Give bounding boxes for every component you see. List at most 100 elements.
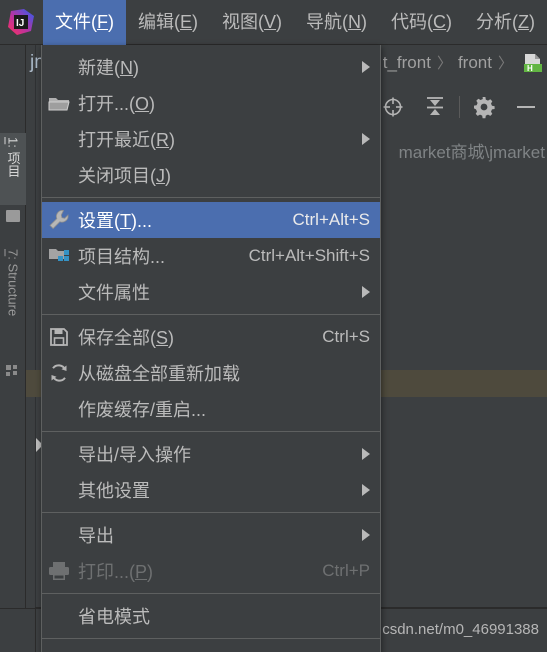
- breadcrumb-crumb-1[interactable]: front: [458, 53, 492, 73]
- chevron-right-icon: 〉: [436, 55, 452, 72]
- menubar-item-label: 分析(: [476, 12, 519, 32]
- menu-item-label-text: 导出: [78, 526, 114, 546]
- menubar-item-label-post: ): [529, 12, 536, 32]
- svg-text:IJ: IJ: [16, 18, 24, 29]
- chevron-right-icon: 〉: [497, 55, 513, 72]
- menu-item-mnemonic: R: [156, 130, 169, 150]
- menu-item-export[interactable]: 导出: [42, 517, 380, 553]
- menu-item-label-post: ): [169, 130, 175, 150]
- menubar-item-navigate[interactable]: 导航(N): [294, 0, 379, 45]
- project-tab-label: : 项目: [5, 144, 21, 178]
- menu-item-close-project[interactable]: 关闭项目(J): [42, 157, 380, 193]
- hide-icon[interactable]: [505, 88, 547, 126]
- menu-item-label: 打印...(P): [76, 558, 306, 584]
- menubar-item-mnemonic: Z: [518, 12, 530, 32]
- menu-item-project-structure[interactable]: 项目结构... Ctrl+Alt+Shift+S: [42, 238, 380, 274]
- menubar-item-label-post: ): [361, 12, 368, 32]
- menubar-item-mnemonic: N: [348, 12, 362, 32]
- menu-separator: [42, 314, 380, 315]
- folder-icon: [6, 210, 20, 222]
- menu-item-icon-empty: [42, 436, 76, 472]
- menubar-item-code[interactable]: 代码(C): [379, 0, 464, 45]
- editor-toolbar: [372, 88, 547, 126]
- status-bar-divider: [35, 608, 36, 652]
- menu-item-label: 其他设置: [76, 477, 348, 503]
- collapse-all-icon[interactable]: [414, 88, 456, 126]
- menu-item-label-text: 保存全部(: [78, 328, 156, 348]
- breadcrumb: t_front 〉 front 〉 H: [383, 45, 547, 80]
- menu-item-label: 作废缓存/重启...: [76, 396, 370, 422]
- menu-separator: [42, 512, 380, 513]
- menu-item-new[interactable]: 新建(N): [42, 49, 380, 85]
- menu-item-mnemonic: O: [135, 94, 150, 114]
- sidebar-item-structure[interactable]: 7: Structure: [0, 245, 26, 353]
- menu-item-shortcut: Ctrl+P: [322, 561, 370, 580]
- menu-separator: [42, 593, 380, 594]
- menu-item-save-all[interactable]: 保存全部(S) Ctrl+S: [42, 319, 380, 355]
- menubar-item-file[interactable]: 文件(F): [43, 0, 126, 45]
- settings-gear-icon[interactable]: [463, 88, 505, 126]
- breadcrumb-crumb-0[interactable]: t_front: [383, 53, 431, 73]
- menu-item-icon-empty: [42, 643, 76, 652]
- menubar-item-mnemonic: F: [97, 12, 108, 32]
- menu-item-label-text: 打印...(: [78, 562, 135, 582]
- menu-bar: IJ 文件(F)编辑(E)视图(V)导航(N)代码(C)分析(Z)重构: [0, 0, 547, 45]
- menu-item-label-post: ): [147, 562, 154, 582]
- menu-item-label: 导出/导入操作: [76, 441, 348, 467]
- menu-item-label: 打开...(O): [76, 90, 370, 116]
- menu-separator: [42, 638, 380, 639]
- menu-item-reload-from-disk[interactable]: 从磁盘全部重新加载: [42, 355, 380, 391]
- menubar-item-analyze[interactable]: 分析(Z): [464, 0, 547, 45]
- ide-window: 1: 项目 7: Structure jm t_front 〉 front 〉: [0, 0, 547, 652]
- menubar-item-mnemonic: V: [264, 12, 277, 32]
- html-file-icon: H: [523, 53, 543, 73]
- menu-item-invalidate-caches[interactable]: 作废缓存/重启...: [42, 391, 380, 427]
- left-tool-strip: 1: 项目 7: Structure: [0, 45, 26, 652]
- menu-item-label-text: 新建(: [78, 58, 120, 78]
- menubar-item-label-post: ): [108, 12, 114, 32]
- submenu-arrow-icon: [362, 484, 370, 496]
- menu-item-label-text: 文件属性: [78, 283, 150, 303]
- menubar-item-label: 代码(: [391, 12, 434, 32]
- menu-item-label-text: 打开...(: [78, 94, 135, 114]
- menu-item-icon-empty: [42, 517, 76, 553]
- menu-item-other-settings[interactable]: 其他设置: [42, 472, 380, 508]
- menu-item-label: 新建(N): [76, 54, 348, 80]
- submenu-arrow-icon: [362, 133, 370, 145]
- sidebar-item-project[interactable]: 1: 项目: [0, 133, 26, 205]
- menu-item-label-post: ): [168, 328, 175, 348]
- menubar-item-view[interactable]: 视图(V): [210, 0, 294, 45]
- menu-item-power-save-mode[interactable]: 省电模式: [42, 598, 380, 634]
- menu-item-label-text: 从磁盘全部重新加载: [78, 364, 240, 384]
- menubar-item-edit[interactable]: 编辑(E): [126, 0, 210, 45]
- menubar-item-label-post: ): [192, 12, 199, 32]
- submenu-arrow-icon: [362, 448, 370, 460]
- menu-item-label: 项目结构...: [76, 243, 233, 269]
- menu-item-open[interactable]: 打开...(O): [42, 85, 380, 121]
- menu-item-label-post: ): [165, 166, 171, 186]
- menubar-item-mnemonic: C: [433, 12, 447, 32]
- menu-item-settings[interactable]: 设置(T)... Ctrl+Alt+S: [42, 202, 380, 238]
- menubar-item-label-post: ): [446, 12, 453, 32]
- menu-item-mnemonic: J: [156, 166, 165, 186]
- menu-item-print: 打印...(P) Ctrl+P: [42, 553, 380, 589]
- toolbar-divider: [459, 96, 460, 118]
- menu-item-shortcut: Ctrl+Alt+S: [292, 210, 370, 229]
- menu-item-open-recent[interactable]: 打开最近(R): [42, 121, 380, 157]
- menu-item-exit[interactable]: 退出(X): [42, 643, 380, 652]
- menu-item-label: 文件属性: [76, 279, 348, 305]
- menu-item-export-import-settings[interactable]: 导出/导入操作: [42, 436, 380, 472]
- menu-item-label-post: ): [149, 94, 156, 114]
- menu-item-file-properties[interactable]: 文件属性: [42, 274, 380, 310]
- menu-item-label: 设置(T)...: [76, 207, 277, 233]
- menu-item-icon-empty: [42, 598, 76, 634]
- structure-tab-label: : Structure: [5, 256, 21, 317]
- menu-item-label-text: 项目结构...: [78, 247, 166, 267]
- file-path-label: market商城\jmarket: [398, 143, 545, 162]
- structure-icon: [6, 363, 20, 376]
- menu-item-shortcut: Ctrl+Alt+Shift+S: [248, 246, 370, 265]
- menu-item-icon-empty: [42, 121, 76, 157]
- menu-item-label: 退出(X): [76, 648, 370, 652]
- menu-item-mnemonic: T: [120, 211, 131, 231]
- reload-icon: [42, 355, 76, 391]
